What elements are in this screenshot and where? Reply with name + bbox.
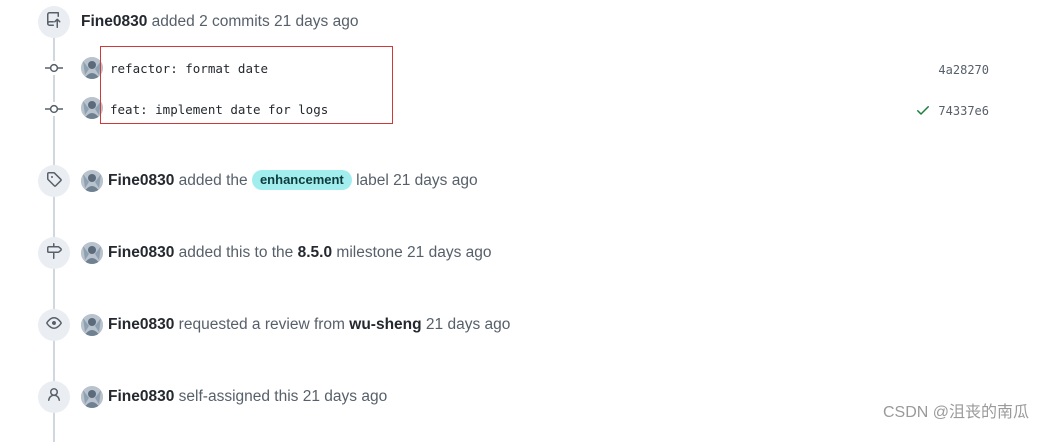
repo-push-icon [46,11,62,33]
milestone-event-after: milestone 21 days ago [336,244,492,261]
milestone-event-text: Fine0830 added this to the 8.5.0 milesto… [108,242,492,264]
author-link[interactable]: Fine0830 [108,316,174,333]
label-event-before: added the [178,172,248,189]
commit-node-icon [44,61,64,75]
label-event-after: label 21 days ago [356,172,478,189]
label-badge[interactable]: enhancement [251,170,352,190]
assign-event-text: Fine0830 self-assigned this 21 days ago [108,386,387,408]
repo-push-badge [38,6,70,38]
person-badge [38,381,70,413]
commits-event-description: added 2 commits 21 days ago [151,13,359,30]
eye-icon [46,315,62,336]
milestone-badge [38,237,70,269]
tag-badge [38,165,70,197]
commit-node-icon [44,102,64,116]
commit-sha-link[interactable]: 4a28270 [938,62,989,78]
avatar[interactable] [81,386,103,408]
watermark: CSDN @沮丧的南瓜 [882,404,1029,421]
review-event-after: 21 days ago [425,316,511,333]
author-link[interactable]: Fine0830 [108,172,174,189]
reviewer-link[interactable]: wu-sheng [349,316,421,333]
review-event-before: requested a review from [178,316,345,333]
eye-badge [38,309,70,341]
avatar[interactable] [81,242,103,264]
person-icon [46,387,62,408]
author-link[interactable]: Fine0830 [108,244,174,261]
milestone-event-before: added this to the [178,244,294,261]
check-icon[interactable] [915,102,931,118]
assign-event-description: self-assigned this 21 days ago [178,388,388,405]
milestone-link[interactable]: 8.5.0 [298,244,332,261]
timeline-line [53,22,55,442]
tag-icon [46,171,62,192]
commits-event-text: Fine0830 added 2 commits 21 days ago [81,11,358,33]
avatar[interactable] [81,170,103,192]
author-link[interactable]: Fine0830 [81,13,147,30]
author-link[interactable]: Fine0830 [108,388,174,405]
milestone-icon [46,242,62,264]
review-event-text: Fine0830 requested a review from wu-shen… [108,314,510,336]
commit-sha-link[interactable]: 74337e6 [938,103,989,119]
highlight-box [100,46,393,124]
label-event-text: Fine0830 added the enhancement label 21 … [108,170,478,192]
avatar[interactable] [81,314,103,336]
